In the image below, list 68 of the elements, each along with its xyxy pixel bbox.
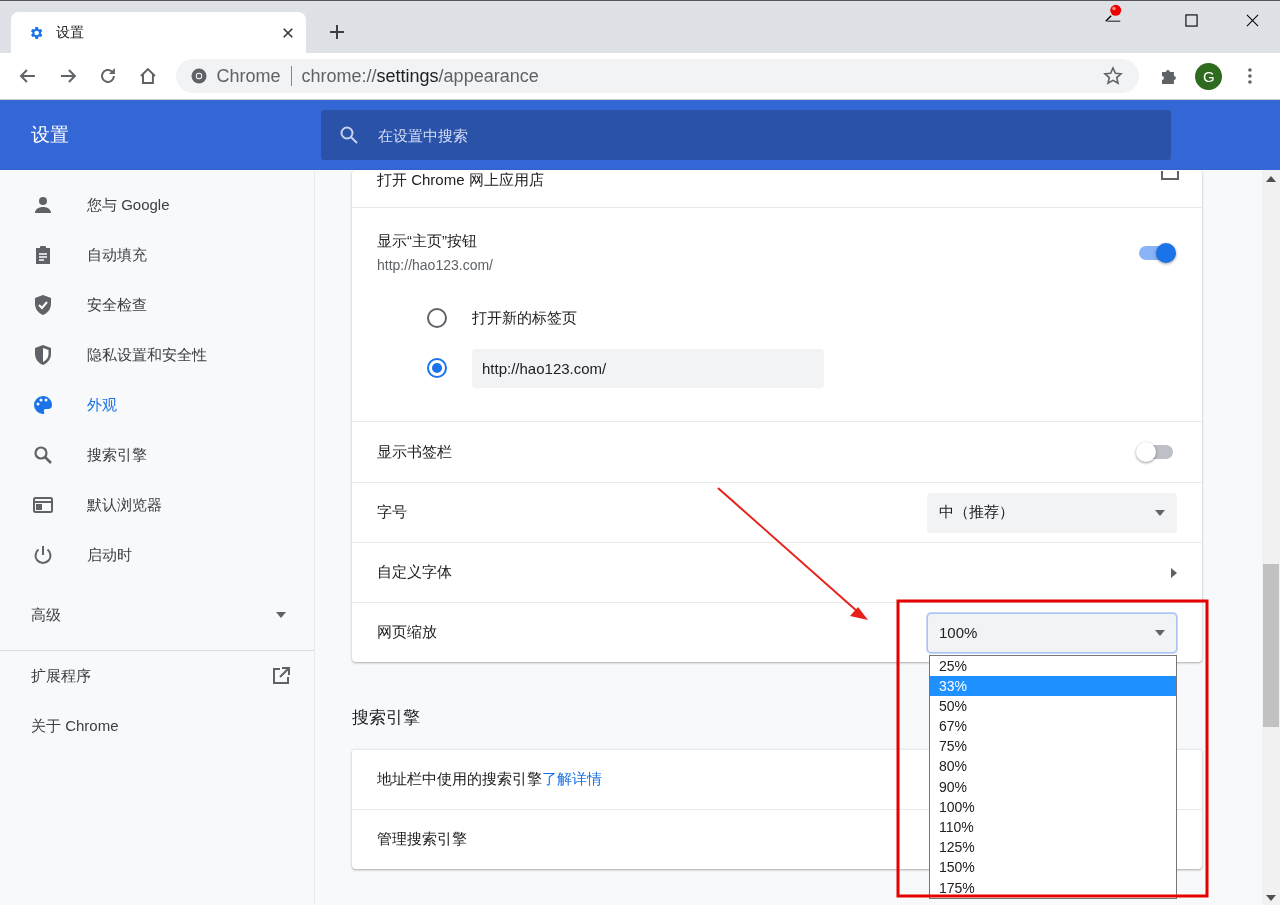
toggle-switch[interactable] <box>1139 245 1173 260</box>
dropdown-option[interactable]: 150% <box>930 857 1176 878</box>
close-icon[interactable] <box>282 26 294 39</box>
nav-item[interactable]: 隐私设置和安全性 <box>0 330 314 380</box>
chrome-logo-icon <box>190 68 207 84</box>
dropdown-option[interactable]: 67% <box>930 716 1176 737</box>
toggle-switch[interactable] <box>1139 445 1173 459</box>
row-label: 字号 <box>377 503 407 522</box>
dropdown-option[interactable]: 100% <box>930 796 1176 817</box>
row-label: 地址栏中使用的搜索引擎了解详情 <box>377 770 602 789</box>
caret-icon <box>1155 509 1165 516</box>
sidebar-link[interactable]: 扩展程序 <box>0 651 314 701</box>
close-icon[interactable] <box>1246 14 1259 27</box>
row-label[interactable]: 自定义字体 <box>377 563 452 582</box>
scroll-up-icon[interactable] <box>1266 176 1276 182</box>
row-label[interactable]: 打开 Chrome 网上应用店 <box>377 171 544 190</box>
row-sublabel: http://hao123.com/ <box>377 257 493 273</box>
dropdown-option[interactable]: 75% <box>930 736 1176 757</box>
row-label: 网页缩放 <box>377 623 437 642</box>
search-input[interactable]: 在设置中搜索 <box>376 125 1171 145</box>
scroll-down-icon[interactable] <box>1266 895 1276 901</box>
maximize-icon[interactable] <box>1185 14 1198 27</box>
dropdown-option[interactable]: 50% <box>930 695 1176 717</box>
gear-icon <box>28 24 44 41</box>
radio-button[interactable] <box>427 308 447 328</box>
dropdown-option[interactable]: 125% <box>930 837 1176 858</box>
dropdown-select[interactable]: 中（推荐） <box>927 492 1177 533</box>
nav-item[interactable]: 您与 Google <box>0 180 314 230</box>
nav-item[interactable]: 安全检查 <box>0 280 314 330</box>
radio-label: 打开新的标签页 <box>472 308 577 328</box>
pushpin-icon <box>1102 3 1124 23</box>
new-tab-icon[interactable] <box>329 24 345 40</box>
row-label: 显示书签栏 <box>377 442 452 462</box>
dropdown-option[interactable]: 90% <box>930 776 1176 797</box>
palette-icon <box>31 393 55 417</box>
home-icon[interactable] <box>137 66 158 86</box>
site-label: Chrome <box>216 65 281 87</box>
chevron-right-icon[interactable] <box>1171 567 1177 578</box>
row-label: 显示“主页”按钮 <box>377 232 478 251</box>
nav-item[interactable]: 默认浏览器 <box>0 480 314 530</box>
search-field[interactable]: 在设置中搜索 <box>321 110 1171 160</box>
nav-item[interactable]: 自动填充 <box>0 230 314 280</box>
scrollbar-thumb[interactable] <box>1263 564 1279 727</box>
address-bar[interactable]: Chrome chrome://settings/appearance <box>175 59 1140 93</box>
nav-item[interactable]: 启动时 <box>0 530 314 580</box>
row-label: 管理搜索引擎 <box>377 830 467 849</box>
scrollbar[interactable] <box>1262 170 1280 905</box>
caret-icon <box>1155 629 1165 636</box>
dropdown-option[interactable]: 25% <box>930 655 1176 676</box>
star-icon[interactable] <box>1103 66 1124 86</box>
advanced-toggle[interactable]: 高级 <box>0 590 314 640</box>
section-heading: 搜索引擎 <box>352 707 420 729</box>
dropdown-option[interactable]: 110% <box>930 817 1176 838</box>
radio-button[interactable] <box>427 358 447 378</box>
nav-item[interactable]: 外观 <box>0 380 314 430</box>
profile-avatar[interactable]: G <box>1195 62 1223 90</box>
url-text: chrome://settings/appearance <box>301 65 539 87</box>
search-icon <box>339 125 359 145</box>
dropdown-select[interactable]: 100% <box>927 612 1177 653</box>
sidebar-link[interactable]: 关于 Chrome <box>0 701 314 751</box>
nav-item[interactable]: 搜索引擎 <box>0 430 314 480</box>
input-field[interactable]: http://hao123.com/ <box>472 348 824 388</box>
page-title: 设置 <box>30 123 70 147</box>
dropdown-option[interactable]: 80% <box>930 756 1176 777</box>
browser-tab[interactable]: 设置 <box>11 12 306 53</box>
caret-icon <box>276 612 286 618</box>
dropdown-option[interactable]: 175% <box>930 877 1176 898</box>
learn-more-link[interactable]: 了解详情 <box>542 770 602 787</box>
